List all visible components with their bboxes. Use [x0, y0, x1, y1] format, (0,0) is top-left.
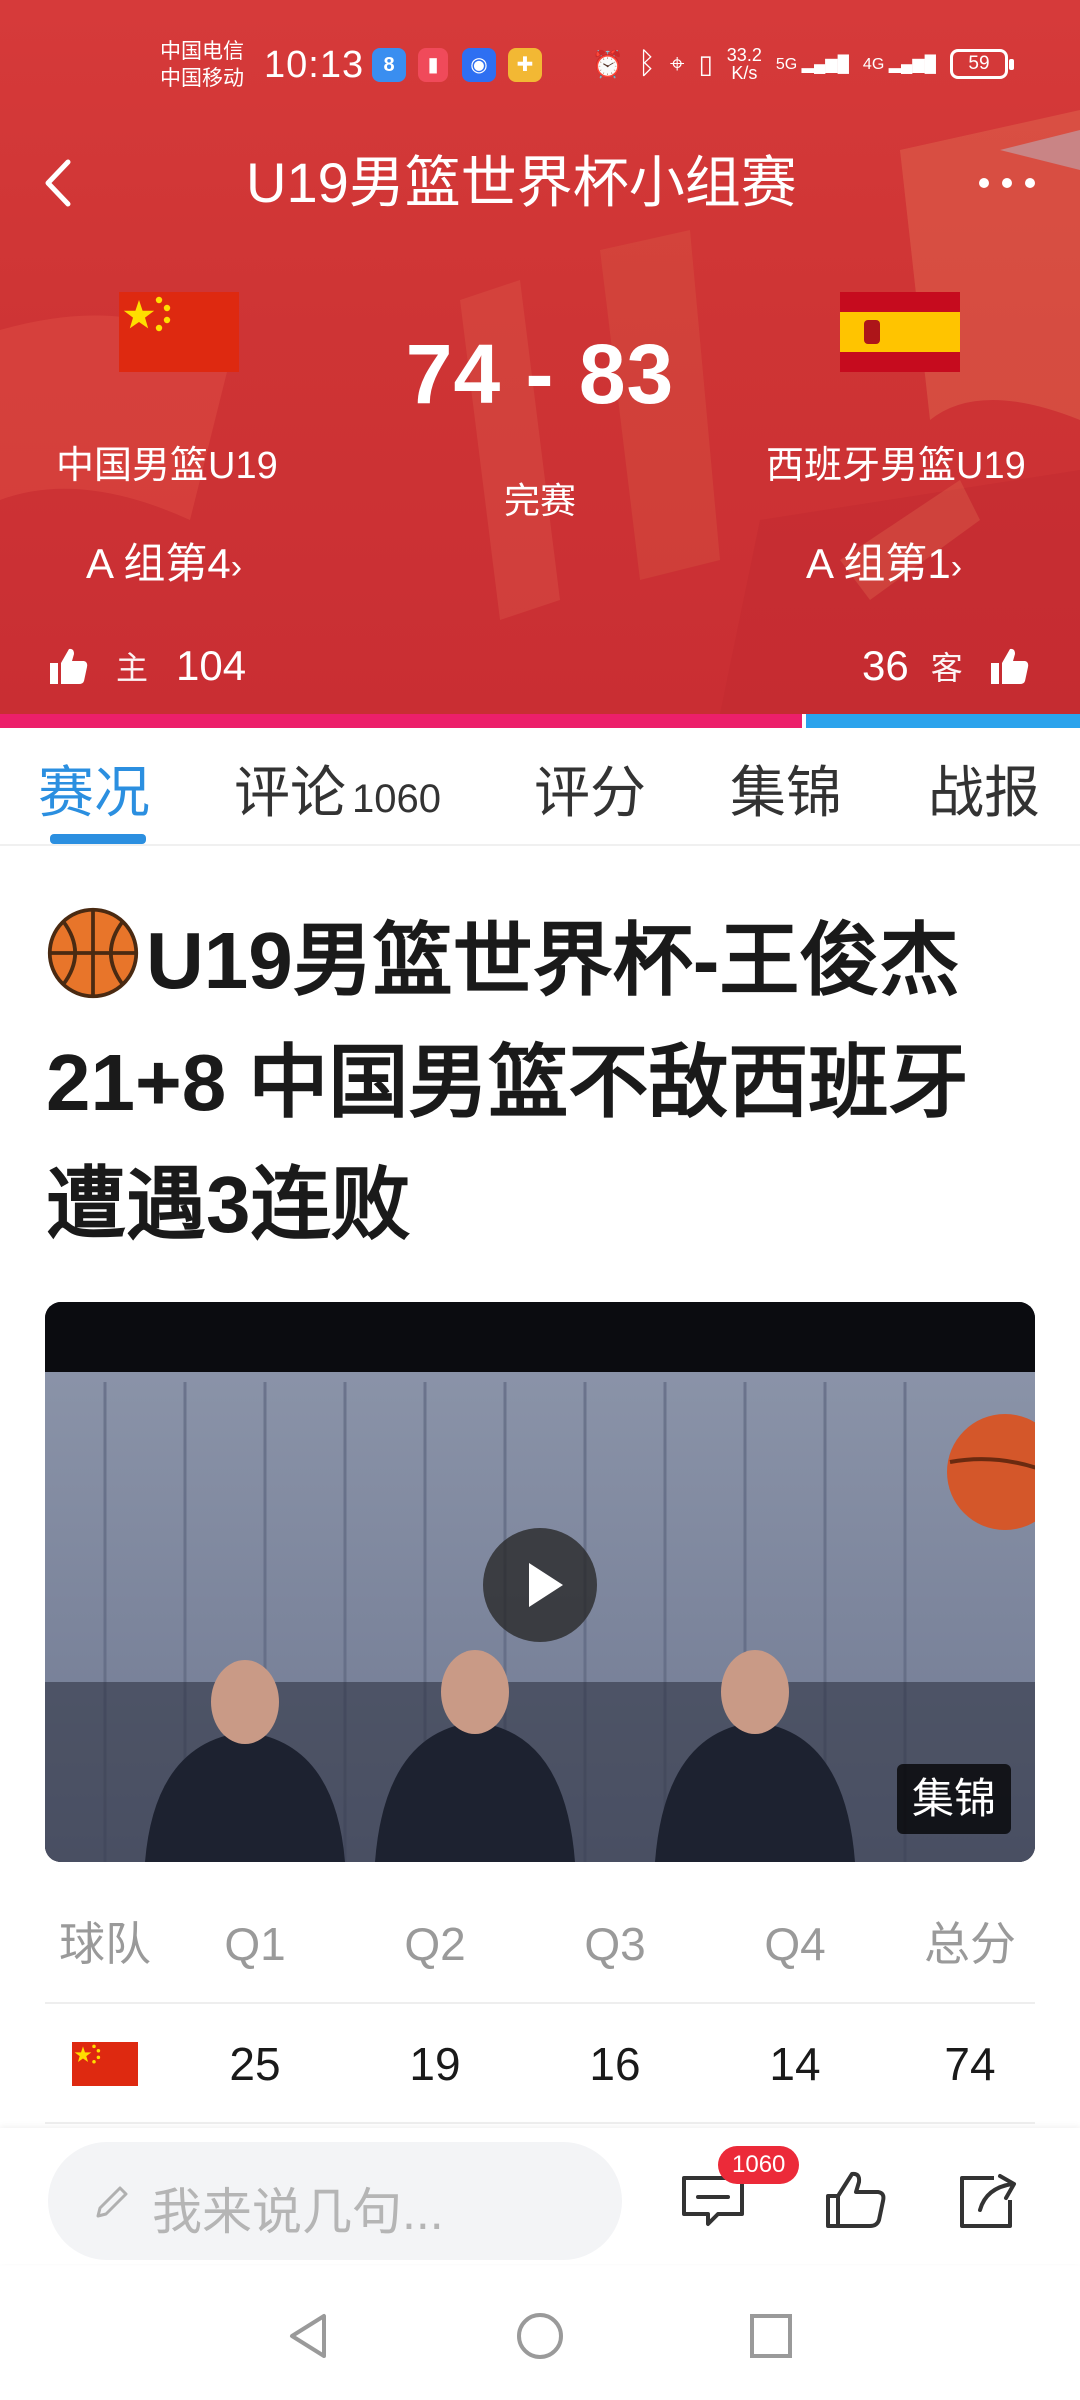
- share-icon[interactable]: [954, 2170, 1024, 2230]
- comment-count-badge: 1060: [718, 2146, 800, 2184]
- home-team-name[interactable]: 中国男篮U19: [56, 434, 278, 489]
- carrier-1: 中国电信: [160, 40, 244, 63]
- comment-input[interactable]: 我来说几句...: [48, 2142, 622, 2260]
- spain-flag-icon[interactable]: [840, 292, 960, 372]
- comment-input-placeholder: 我来说几句...: [152, 2184, 444, 2240]
- signal-5g-label: 5G: [775, 56, 798, 73]
- thumbs-up-icon: [990, 648, 1028, 684]
- location-icon: ⌖: [669, 48, 685, 78]
- nav-home-icon[interactable]: [514, 2310, 566, 2362]
- table-header-cell: 总分: [924, 1918, 1016, 1970]
- tab-ratings-label: 评分: [534, 761, 646, 824]
- home-group-rank-label: A 组第4: [86, 540, 231, 587]
- status-time: 10:13: [264, 44, 365, 86]
- video-tag: 集锦: [897, 1764, 1011, 1834]
- net-speed: 33.2 K/s: [727, 46, 762, 82]
- vibrate-icon: ▯: [698, 48, 713, 79]
- home-support-label: 主: [116, 650, 149, 686]
- status-right-group: ⏰ ᛒ ⌖ ▯ 33.2 K/s 5G ▂▄▆█ 4G ▂▄▆█ 59: [591, 46, 1014, 82]
- net-speed-unit: K/s: [731, 63, 758, 83]
- away-group-rank[interactable]: A 组第1›: [806, 530, 962, 591]
- tab-comments[interactable]: 评论 1060: [234, 748, 441, 829]
- page-title: U19男篮世界杯小组赛: [246, 151, 797, 214]
- table-header-cell: Q3: [584, 1918, 646, 1970]
- app-notification-icon: 8: [372, 48, 406, 82]
- app-root: 中国电信 中国移动 10:13 8 ▮ ◉ ✚ ⏰ ᛒ ⌖ ▯ 33.2 K/s…: [0, 0, 1080, 2400]
- tab-live[interactable]: 赛况: [38, 748, 150, 829]
- quarter-score-table: 球队 Q1 Q2 Q3 Q4 总分 25 19 16 14 74: [45, 1884, 1035, 2124]
- bulb-notification-icon: ◉: [462, 48, 496, 82]
- more-icon[interactable]: [972, 168, 1042, 198]
- table-header-cell: 球队: [59, 1918, 151, 1970]
- tab-comments-label: 评论: [234, 761, 346, 824]
- table-row: 25 19 16 14 74: [45, 2004, 1035, 2124]
- play-icon[interactable]: [483, 1528, 597, 1642]
- tab-comments-count: 1060: [352, 777, 441, 821]
- away-support-button[interactable]: 36 客: [862, 636, 1031, 696]
- chevron-right-icon: ›: [230, 548, 243, 586]
- away-team-name[interactable]: 西班牙男篮U19: [766, 434, 1026, 489]
- away-group-rank-label: A 组第1: [806, 540, 951, 587]
- away-support-count: 36: [862, 642, 909, 689]
- away-support-label: 客: [930, 650, 963, 686]
- puzzle-notification-icon: ✚: [508, 48, 542, 82]
- nav-bar: U19男篮世界杯小组赛: [0, 138, 1080, 228]
- status-bar: 中国电信 中国移动 10:13 8 ▮ ◉ ✚ ⏰ ᛒ ⌖ ▯ 33.2 K/s…: [0, 28, 1080, 108]
- tab-report-label: 战报: [928, 761, 1040, 824]
- match-header: 中国电信 中国移动 10:13 8 ▮ ◉ ✚ ⏰ ᛒ ⌖ ▯ 33.2 K/s…: [0, 0, 1080, 714]
- highlight-video[interactable]: 集锦: [45, 1302, 1035, 1862]
- table-cell-q1: 25: [229, 2038, 281, 2090]
- alarm-icon: ⏰: [591, 48, 624, 79]
- china-flag-icon[interactable]: [119, 292, 239, 372]
- back-arrow-icon[interactable]: [30, 148, 90, 218]
- table-cell-q3: 16: [589, 2038, 641, 2090]
- signal-5g-icon: 5G ▂▄▆█: [775, 56, 849, 73]
- table-header-cell: Q1: [224, 1918, 286, 1970]
- tab-bar: 赛况 评论 1060 评分 集锦 战报: [0, 728, 1080, 846]
- tab-highlights-label: 集锦: [730, 761, 842, 824]
- thumbs-up-icon: [50, 648, 88, 684]
- table-cell-q4: 14: [769, 2038, 821, 2090]
- home-support-button[interactable]: 主 104: [48, 636, 246, 696]
- support-progress-bar: [0, 714, 1080, 728]
- article-headline-text: U19男篮世界杯-王俊杰21+8 中国男篮不敌西班牙遭遇3连败: [46, 916, 969, 1249]
- bluetooth-icon: ᛒ: [637, 47, 656, 80]
- table-header-cell: Q4: [764, 1918, 826, 1970]
- match-score: 74 - 83: [405, 327, 675, 421]
- basketball-icon: [47, 907, 139, 999]
- tab-live-label: 赛况: [38, 761, 150, 824]
- pencil-icon: [96, 2186, 128, 2218]
- battery-icon: 59: [950, 49, 1014, 79]
- tab-report[interactable]: 战报: [928, 748, 1040, 829]
- away-support-bar: [806, 714, 1080, 728]
- tab-ratings[interactable]: 评分: [534, 748, 646, 829]
- china-flag-icon: [72, 2042, 138, 2086]
- home-group-rank[interactable]: A 组第4›: [86, 530, 242, 591]
- chevron-right-icon: ›: [950, 548, 963, 586]
- table-cell-total: 74: [944, 2038, 996, 2090]
- match-status: 完赛: [503, 480, 576, 521]
- article-headline[interactable]: U19男篮世界杯-王俊杰21+8 中国男篮不敌西班牙遭遇3连败: [46, 900, 1046, 1266]
- signal-4g-label: 4G: [862, 56, 885, 73]
- table-cell-q2: 19: [409, 2038, 461, 2090]
- comment-bar: 我来说几句... 1060: [0, 2128, 1080, 2264]
- nav-back-icon[interactable]: [284, 2310, 332, 2362]
- active-tab-indicator: [50, 834, 146, 844]
- home-support-count: 104: [176, 642, 247, 689]
- home-support-bar: [0, 714, 802, 728]
- net-speed-value: 33.2: [726, 45, 762, 65]
- carrier-labels: 中国电信 中国移动: [160, 38, 244, 92]
- signal-4g-icon: 4G ▂▄▆█: [862, 56, 936, 73]
- book-notification-icon: ▮: [418, 48, 448, 82]
- table-header-cell: Q2: [404, 1918, 466, 1970]
- like-icon[interactable]: [822, 2170, 892, 2230]
- table-header-row: 球队 Q1 Q2 Q3 Q4 总分: [45, 1884, 1035, 2004]
- system-navigation-bar: [0, 2266, 1080, 2400]
- tab-highlights[interactable]: 集锦: [730, 748, 842, 829]
- carrier-2: 中国移动: [160, 67, 244, 90]
- nav-recents-icon[interactable]: [746, 2310, 794, 2362]
